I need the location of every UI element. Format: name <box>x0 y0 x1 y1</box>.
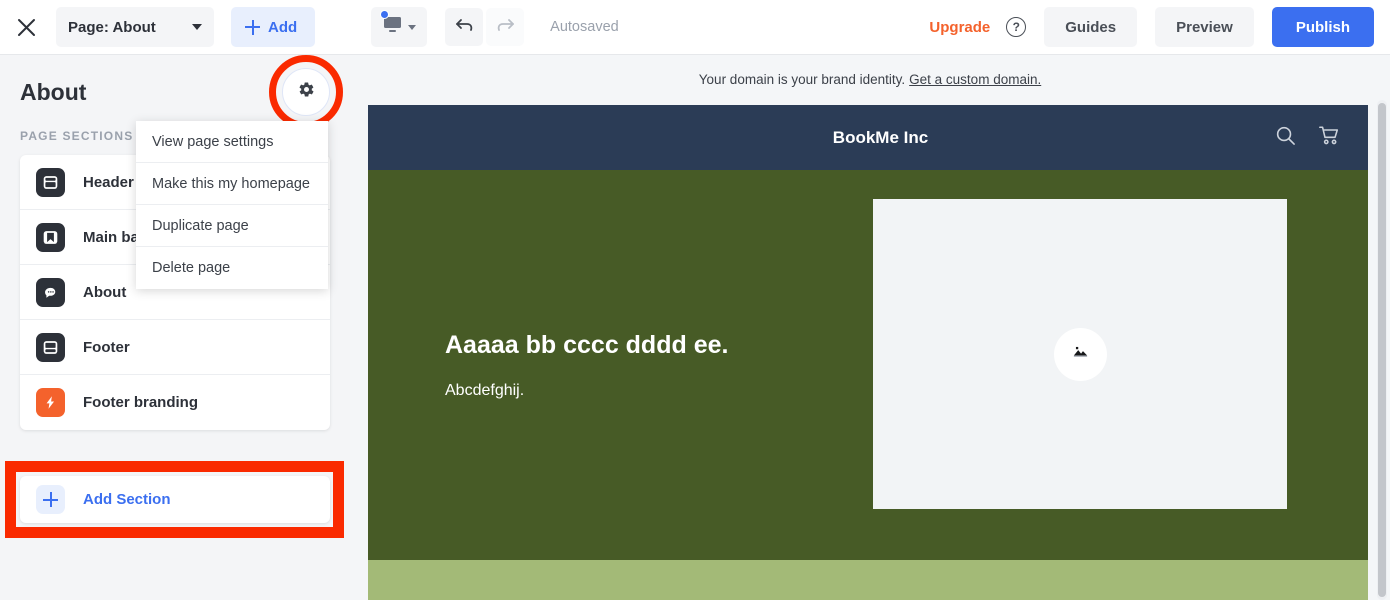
hero-heading: Aaaaa bb cccc dddd ee. <box>445 331 729 360</box>
image-placeholder-icon <box>1071 342 1090 366</box>
help-glyph: ? <box>1012 20 1020 34</box>
chevron-down-icon <box>192 24 202 30</box>
menu-item-view-page-settings[interactable]: View page settings <box>136 121 328 163</box>
page-selector-label: Page: About <box>68 18 156 36</box>
site-brand-name: BookMe Inc <box>832 127 929 147</box>
upgrade-link[interactable]: Upgrade <box>929 19 990 36</box>
site-preview-panel: Your domain is your brand identity. Get … <box>350 55 1390 600</box>
add-button-label: Add <box>268 18 298 36</box>
menu-item-make-homepage[interactable]: Make this my homepage <box>136 163 328 205</box>
speech-bubble-icon <box>36 277 65 307</box>
section-label: Footer branding <box>83 394 198 411</box>
menu-item-duplicate-page[interactable]: Duplicate page <box>136 205 328 247</box>
hero-image-placeholder[interactable] <box>873 199 1287 509</box>
autosaved-status: Autosaved <box>550 19 619 35</box>
domain-notice-text: Your domain is your brand identity. <box>698 72 906 87</box>
main-banner-section[interactable]: Aaaaa bb cccc dddd ee. Abcdefghij. <box>368 170 1368 560</box>
site-canvas: BookMe Inc Aaaaa bb cccc dddd ee. Abcdef… <box>368 105 1368 600</box>
site-header[interactable]: BookMe Inc <box>368 105 1368 170</box>
search-icon[interactable] <box>1275 125 1296 151</box>
section-label: About <box>83 283 127 301</box>
preview-button[interactable]: Preview <box>1155 7 1254 47</box>
redo-button[interactable] <box>486 8 525 46</box>
gear-icon <box>298 81 315 103</box>
page-selector[interactable]: Page: About <box>56 7 214 47</box>
close-icon <box>17 18 36 37</box>
add-section-label: Add Section <box>83 491 171 508</box>
site-header-icons <box>1275 125 1340 151</box>
section-label: Footer <box>83 338 130 356</box>
add-button[interactable]: Add <box>231 7 316 47</box>
image-placeholder-circle <box>1053 327 1107 381</box>
preview-scrollbar-thumb[interactable] <box>1378 103 1386 597</box>
sidebar-header: About <box>20 55 343 129</box>
plus-icon <box>36 485 65 514</box>
top-toolbar: Page: About Add Autosaved Upgrade ? Guid… <box>0 0 1390 55</box>
section-label: Header <box>83 173 134 191</box>
help-circle-icon[interactable]: ? <box>1006 17 1027 37</box>
lower-band-section[interactable] <box>368 560 1368 600</box>
close-editor-button[interactable] <box>0 0 52 55</box>
menu-item-delete-page[interactable]: Delete page <box>136 247 328 289</box>
page-settings-wrapper <box>269 55 343 129</box>
undo-button[interactable] <box>445 8 484 46</box>
chevron-down-icon <box>407 24 416 30</box>
guides-button[interactable]: Guides <box>1044 7 1138 47</box>
device-preview-selector[interactable] <box>371 7 428 47</box>
domain-notice-bar: Your domain is your brand identity. Get … <box>350 55 1390 104</box>
header-layout-icon <box>36 167 65 197</box>
shopping-cart-icon[interactable] <box>1318 125 1340 151</box>
section-row-footer[interactable]: Footer <box>20 320 330 375</box>
page-settings-dropdown: View page settings Make this my homepage… <box>136 121 328 289</box>
redo-icon <box>496 16 515 38</box>
preview-scrollbar-track[interactable] <box>1377 100 1387 600</box>
section-row-footer-branding[interactable]: Footer branding <box>20 375 330 430</box>
add-section-button[interactable]: Add Section <box>20 476 330 523</box>
page-settings-button[interactable] <box>282 68 330 116</box>
hero-paragraph: Abcdefghij. <box>445 381 525 399</box>
toolbar-right-group: Upgrade ? Guides Preview Publish <box>929 7 1390 47</box>
lightning-bolt-icon <box>36 388 65 417</box>
page-title: About <box>20 78 87 105</box>
get-custom-domain-link[interactable]: Get a custom domain. <box>909 72 1041 87</box>
desktop-icon <box>383 16 402 38</box>
footer-layout-icon <box>36 332 65 362</box>
hero-text-block: Aaaaa bb cccc dddd ee. Abcdefghij. <box>368 330 798 399</box>
publish-button[interactable]: Publish <box>1271 7 1374 47</box>
bookmark-icon <box>36 222 65 252</box>
plus-icon <box>245 19 260 35</box>
undo-icon <box>455 16 474 38</box>
